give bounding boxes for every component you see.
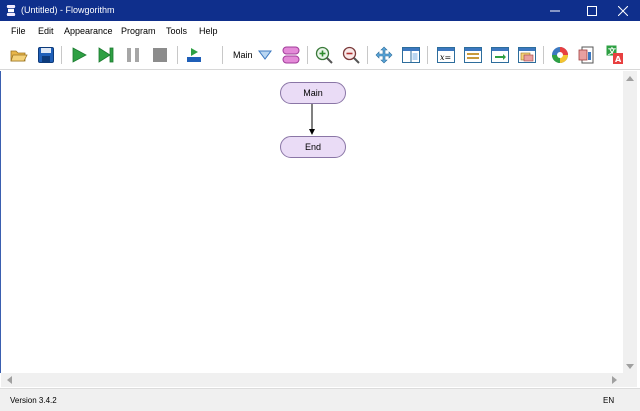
chevron-right-icon — [611, 376, 617, 384]
variable-watch-button[interactable]: x= — [436, 45, 456, 65]
translate-button[interactable]: 文 A — [605, 45, 625, 65]
output-icon — [491, 47, 509, 63]
zoom-in-button[interactable] — [314, 45, 334, 65]
pan-button[interactable] — [374, 45, 394, 65]
scrollbar-corner — [623, 373, 637, 387]
step-button[interactable] — [96, 45, 116, 65]
save-button[interactable] — [36, 45, 56, 65]
color-theme-icon — [552, 47, 568, 63]
open-button[interactable] — [9, 45, 29, 65]
open-folder-icon — [10, 50, 28, 62]
svg-text:A: A — [615, 55, 622, 64]
color-theme-button[interactable] — [550, 45, 570, 65]
chevron-left-icon — [6, 376, 12, 384]
function-selector-label[interactable]: Main — [233, 50, 253, 61]
version-label: Version 3.4.2 — [10, 396, 57, 405]
close-icon — [618, 5, 628, 16]
main-node-label: Main — [303, 88, 323, 98]
toolbar: Main x= 文 A — [0, 40, 640, 96]
speed-icon — [187, 48, 201, 62]
source-view-button[interactable] — [517, 45, 537, 65]
vertical-scrollbar[interactable] — [623, 71, 637, 373]
console-button[interactable] — [463, 45, 483, 65]
function-dropdown-icon — [258, 50, 272, 60]
speed-button[interactable] — [184, 45, 204, 65]
zoom-out-icon — [342, 46, 360, 64]
source-view-icon — [518, 47, 536, 63]
title-bar: (Untitled) - Flowgorithm — [0, 0, 640, 21]
stop-icon — [153, 48, 167, 62]
pan-icon — [375, 46, 393, 64]
layout-icon — [402, 47, 420, 63]
main-node[interactable]: Main — [280, 82, 346, 104]
maximize-icon — [587, 5, 597, 16]
zoom-out-button[interactable] — [341, 45, 361, 65]
status-bar: Version 3.4.2 EN — [0, 388, 640, 411]
console-icon — [464, 47, 482, 63]
run-icon — [72, 47, 87, 63]
horizontal-scrollbar[interactable] — [1, 373, 623, 387]
output-button[interactable] — [490, 45, 510, 65]
scroll-right-button[interactable] — [609, 375, 619, 385]
menu-program[interactable]: Program — [121, 26, 156, 37]
zoom-in-icon — [315, 46, 333, 64]
variable-watch-icon: x= — [437, 47, 455, 63]
export-icon — [578, 46, 594, 64]
layout-button[interactable] — [401, 45, 421, 65]
pause-button[interactable] — [123, 45, 143, 65]
manage-functions-icon — [282, 46, 300, 64]
flowchart-canvas[interactable]: Main End — [1, 71, 623, 373]
save-disk-icon — [38, 47, 54, 63]
menu-file[interactable]: File — [11, 26, 26, 37]
function-dropdown-button[interactable] — [255, 45, 275, 65]
close-button[interactable] — [606, 0, 640, 21]
pause-icon — [127, 48, 139, 62]
translate-icon: 文 A — [606, 45, 623, 64]
manage-functions-button[interactable] — [281, 45, 301, 65]
flow-arrow — [309, 104, 315, 135]
scroll-down-button[interactable] — [625, 361, 635, 371]
scroll-up-button[interactable] — [625, 73, 635, 83]
menu-bar: File Edit Appearance Program Tools Help — [0, 21, 640, 40]
scroll-left-button[interactable] — [4, 375, 14, 385]
minimize-icon — [550, 10, 560, 11]
stop-button[interactable] — [150, 45, 170, 65]
menu-help[interactable]: Help — [199, 26, 218, 37]
flowgorithm-icon — [6, 5, 16, 16]
maximize-button[interactable] — [575, 0, 609, 21]
minimize-button[interactable] — [538, 0, 572, 21]
run-button[interactable] — [69, 45, 89, 65]
step-icon — [98, 47, 114, 63]
window-title: (Untitled) - Flowgorithm — [21, 5, 115, 15]
end-node-label: End — [304, 142, 321, 152]
menu-edit[interactable]: Edit — [38, 26, 54, 37]
chevron-up-icon — [626, 75, 634, 81]
end-node[interactable]: End — [280, 136, 346, 158]
chevron-down-icon — [626, 363, 634, 369]
language-indicator[interactable]: EN — [603, 396, 614, 406]
menu-appearance[interactable]: Appearance — [64, 26, 113, 37]
export-button[interactable] — [577, 45, 597, 65]
menu-tools[interactable]: Tools — [166, 26, 187, 37]
svg-text:x=: x= — [440, 53, 451, 62]
